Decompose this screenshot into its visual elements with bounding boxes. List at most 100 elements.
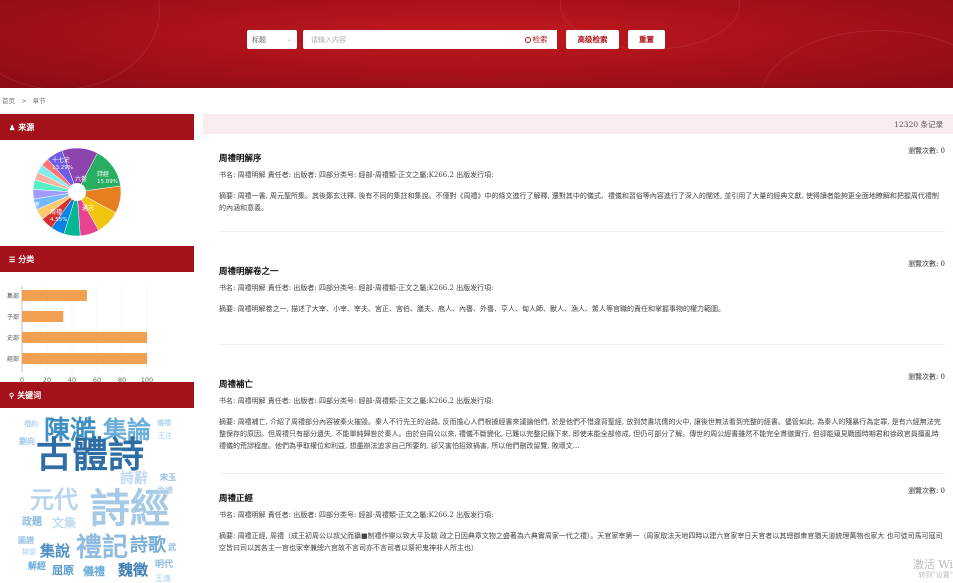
pie-label: 通志 xyxy=(82,204,94,212)
y-tick-label: 經部 xyxy=(7,355,19,363)
search-icon: ⚲ xyxy=(9,391,14,400)
result-views: 瀏覽次數: 0 xyxy=(908,146,945,156)
keyword-tag[interactable]: 王逸 xyxy=(155,574,171,582)
chevron-right-icon: > xyxy=(21,97,26,105)
source-panel-title: 来源 xyxy=(18,122,34,133)
pie-label-pct: 15.09% xyxy=(97,179,118,185)
result-item[interactable]: 周禮補亡 瀏覽次數: 0 书名: 周禮明解 責任者: 出版者: 四部分类号: 經… xyxy=(219,378,945,474)
result-views: 瀏覽次數: 0 xyxy=(908,486,945,496)
result-item[interactable]: 周禮正經 瀏覽次數: 0 书名: 周禮明解 責任者: 出版者: 四部分类号: 經… xyxy=(219,492,945,580)
search-bar: 标题 ⌄ 请输入内容 检索 高级检索 重置 xyxy=(247,30,665,49)
keyword-tag[interactable]: 禮記 xyxy=(76,535,128,561)
result-abstract: 摘要: 周禮正經, 周禮（成王初周公以叔父而攝■制禮作樂以致大平及驗 政之日因典… xyxy=(219,530,945,554)
keyword-tag[interactable]: 文集 xyxy=(52,517,76,529)
header-ornament xyxy=(0,0,160,88)
result-title[interactable]: 周禮明解卷之一 xyxy=(219,265,279,277)
keyword-tag[interactable]: 詩說 xyxy=(22,548,36,555)
chevron-down-icon: ⌄ xyxy=(287,36,292,43)
pie-label: 山堂肆考 xyxy=(3,172,27,180)
keyword-tag[interactable]: 政題 xyxy=(22,518,42,528)
watermark-line: 转到"设置" xyxy=(913,570,953,580)
pie-label: 經義考 xyxy=(22,201,40,209)
keyword-tag[interactable]: 明代 xyxy=(155,561,173,570)
source-panel-header: ♟ 来源 xyxy=(0,114,194,140)
breadcrumb-home[interactable]: 首页 xyxy=(2,97,15,105)
user-icon: ♟ xyxy=(9,123,15,132)
results-area: 12320 条记录 周禮明解序 瀏覽次數: 0 书名: 周禮明解 責任者: 出版… xyxy=(203,114,953,134)
pie-label: 周禮 xyxy=(50,208,62,216)
keyword-tag[interactable]: 解經 xyxy=(28,563,46,572)
pie-label: 十七史 xyxy=(52,156,70,164)
y-tick-label: 史部 xyxy=(7,334,19,342)
pie-label-pct: 13.29% xyxy=(52,165,73,171)
result-abstract: 摘要: 周禮補亡, 介紹了周禮部分內容被秦火摧毀。秦人不行先王的治路, 反而擔心… xyxy=(219,416,945,452)
keyword-tag[interactable]: 宋玉 xyxy=(160,473,176,481)
result-title[interactable]: 周禮明解序 xyxy=(219,152,262,164)
result-views: 瀏覽次數: 0 xyxy=(908,372,945,382)
bar[interactable] xyxy=(22,290,87,301)
keyword-tag[interactable]: 屈原 xyxy=(52,565,74,576)
result-title[interactable]: 周禮正經 xyxy=(219,492,253,504)
search-icon xyxy=(525,37,531,43)
keyword-tag[interactable]: 詩辭 xyxy=(120,472,148,486)
y-tick-label: 子部 xyxy=(7,313,19,321)
keyword-tag[interactable]: 王注 xyxy=(158,432,172,439)
keyword-tag[interactable]: 集說 xyxy=(40,544,70,559)
result-abstract: 摘要: 周禮一書, 周元聖所集。其後鄭玄注釋, 後有不同的集註和集說。不僅對《周… xyxy=(219,190,945,214)
bar[interactable] xyxy=(22,332,147,343)
bar[interactable] xyxy=(22,311,63,322)
pie-hole xyxy=(68,183,86,201)
keyword-tag[interactable]: 古體詩 xyxy=(36,437,144,473)
pie-label: 六卷 xyxy=(75,175,87,183)
keyword-tag[interactable]: 詩歌 xyxy=(130,537,166,555)
category-panel-title: 分类 xyxy=(18,254,34,265)
result-title[interactable]: 周禮補亡 xyxy=(219,378,253,390)
keywords-panel-title: 关键词 xyxy=(17,390,41,401)
reset-button[interactable]: 重置 xyxy=(628,30,665,49)
keyword-tag[interactable]: 詩經 xyxy=(90,489,170,529)
result-meta: 书名: 周禮明解 責任者: 出版者: 四部分类号: 經部-周禮類-正文之屬;K2… xyxy=(219,396,494,406)
keyword-tag[interactable]: 元代 xyxy=(30,488,78,512)
keyword-tag[interactable]: 魏徵 xyxy=(118,563,148,578)
source-panel: ♟ 来源 十七史13.29%山堂肆考經義考詩經15.09%周禮4.55%六卷通志 xyxy=(0,114,194,246)
result-meta: 书名: 周禮明解 責任者: 出版者: 四部分类号: 經部-周禮類-正文之屬;K2… xyxy=(219,170,494,180)
keyword-tag[interactable]: 圖譜 xyxy=(18,536,34,544)
y-tick-label: 集部 xyxy=(7,292,19,300)
pie-label: 詩經 xyxy=(97,170,109,178)
list-icon: ☰ xyxy=(9,255,15,264)
watermark-line: 激活 Wi xyxy=(913,560,953,570)
search-button-label: 检索 xyxy=(533,34,548,45)
keyword-tag[interactable]: 劉向 xyxy=(19,437,35,445)
sidebar: ♟ 来源 十七史13.29%山堂肆考經義考詩經15.09%周禮4.55%六卷通志… xyxy=(0,114,194,580)
result-meta: 书名: 周禮明解 責任者: 出版者: 四部分类号: 經部-周禮類-正文之屬;K2… xyxy=(219,510,494,520)
category-bar-chart: 020406080100集部子部史部經部 xyxy=(0,272,194,382)
bar[interactable] xyxy=(22,353,147,364)
result-meta: 书名: 周禮明解 責任者: 出版者: 四部分类号: 經部-周禮類-正文之屬;K2… xyxy=(219,283,494,293)
search-field-select-value: 标题 xyxy=(252,35,266,45)
category-panel-header: ☰ 分类 xyxy=(0,246,194,272)
search-input-placeholder: 请输入内容 xyxy=(311,35,346,45)
source-pie-chart: 十七史13.29%山堂肆考經義考詩經15.09%周禮4.55%六卷通志 xyxy=(0,140,194,246)
activation-watermark: 激活 Wi 转到"设置" xyxy=(913,560,953,580)
breadcrumb: 首页 > 章节 xyxy=(2,95,50,105)
search-button[interactable]: 检索 xyxy=(515,30,557,49)
keywords-panel-header: ⚲ 关键词 xyxy=(0,382,194,408)
breadcrumb-current: 章节 xyxy=(33,97,46,105)
keyword-tag[interactable]: 禮約 xyxy=(24,420,38,427)
header-banner: 标题 ⌄ 请输入内容 检索 高级检索 重置 xyxy=(0,0,953,88)
advanced-search-button[interactable]: 高级检索 xyxy=(566,30,619,49)
category-panel: ☰ 分类 020406080100集部子部史部經部 xyxy=(0,246,194,382)
keyword-tag[interactable]: 儀禮 xyxy=(157,419,171,426)
result-item[interactable]: 周禮明解卷之一 瀏覽次數: 0 书名: 周禮明解 責任者: 出版者: 四部分类号… xyxy=(219,265,945,345)
search-field-select[interactable]: 标题 ⌄ xyxy=(247,30,297,49)
result-views: 瀏覽次數: 0 xyxy=(908,259,945,269)
keyword-tag[interactable]: 武 xyxy=(168,543,176,551)
result-item[interactable]: 周禮明解序 瀏覽次數: 0 书名: 周禮明解 責任者: 出版者: 四部分类号: … xyxy=(219,152,945,232)
search-input[interactable]: 请输入内容 检索 xyxy=(303,30,557,49)
result-count-bar: 12320 条记录 xyxy=(203,114,953,134)
keyword-tag[interactable]: 儀禮 xyxy=(83,566,105,577)
header-ornament xyxy=(760,30,953,88)
result-abstract: 摘要: 周禮明解卷之一, 描述了大宰、小宰、宰夫、宮正、宮伯、膳夫、庖人、內饔、… xyxy=(219,303,945,315)
result-count: 12320 条记录 xyxy=(894,119,943,130)
keyword-tag[interactable]: 曲禮 xyxy=(157,486,173,494)
